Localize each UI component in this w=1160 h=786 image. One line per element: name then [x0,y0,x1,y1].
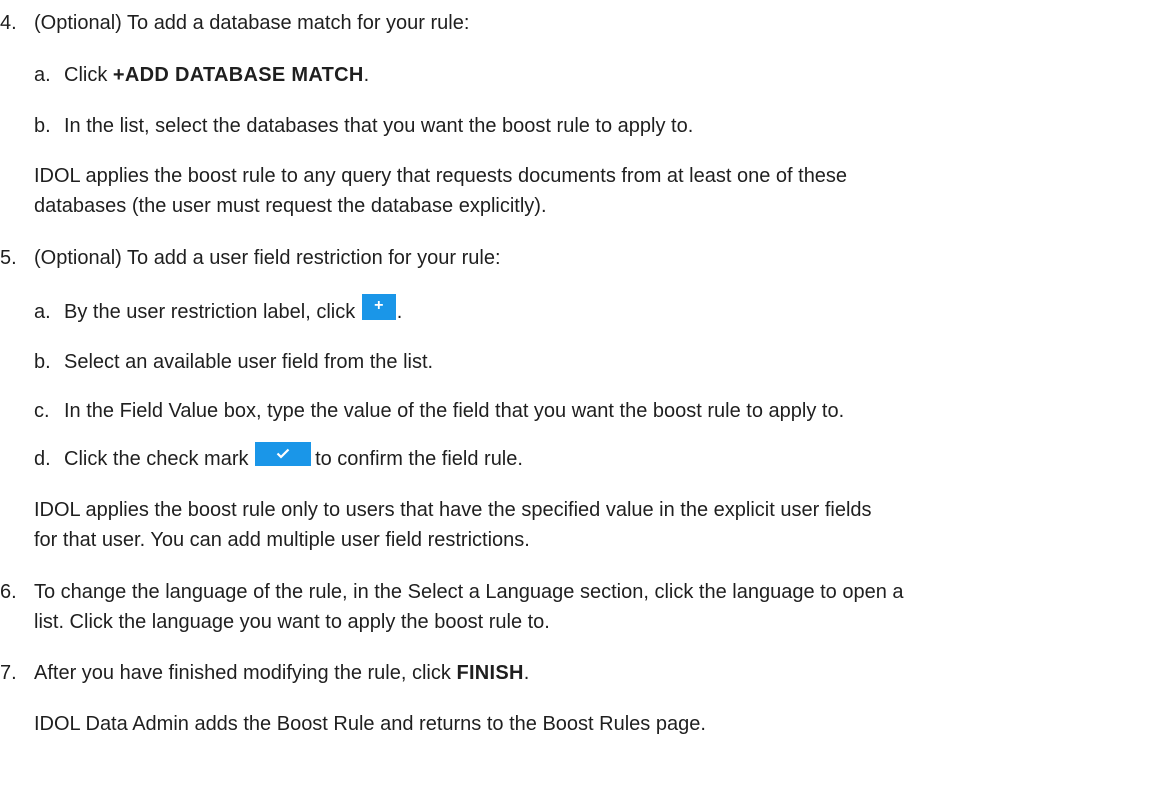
step-text-pre: After you have finished modifying the ru… [34,662,457,684]
sub-text-post: . [396,301,403,323]
step-5b: b. Select an available user field from th… [34,349,433,375]
add-database-match-label: +ADD DATABASE MATCH [112,64,364,86]
sub-text: In the Field Value box, type the value o… [64,400,845,422]
sub-letter: c. [34,400,50,422]
sub-letter: d. [34,448,51,470]
step-number: 6. [0,581,17,603]
sub-text: Select an available user field from the … [64,351,434,373]
sub-text: In the list, select the databases that y… [64,115,694,137]
step-4: 4. (Optional) To add a database match for… [0,10,469,36]
step-4-note-line-1: IDOL applies the boost rule to any query… [34,165,848,187]
step-4b: b. In the list, select the databases that… [34,113,693,139]
sub-text-post: . [363,64,370,86]
step-5d: d. Click the check mark to confirm the fi… [34,441,523,472]
step-6: 6. To change the language of the rule, in… [0,579,904,605]
step-5-note-line-2: for that user. You can add multiple user… [34,529,530,551]
sub-letter: a. [34,64,51,86]
sub-letter: a. [34,301,51,323]
step-7-note: IDOL Data Admin adds the Boost Rule and … [34,713,706,735]
step-5c: c. In the Field Value box, type the value… [34,398,844,424]
step-4a: a. Click +ADD DATABASE MATCH. [34,62,369,88]
sub-text-pre: Click the check mark [64,448,255,470]
step-5-note-line-1: IDOL applies the boost rule only to user… [34,499,872,521]
step-text-post: . [523,662,530,684]
step-number: 7. [0,662,17,684]
step-4-note-line-2: databases (the user must request the dat… [34,195,547,217]
finish-label: FINISH [456,662,524,684]
plus-icon: + [361,293,396,320]
step-5: 5. (Optional) To add a user field restric… [0,245,501,271]
step-number: 5. [0,247,17,269]
sub-letter: b. [34,115,51,137]
step-text-line-1: To change the language of the rule, in t… [34,581,904,603]
sub-text-post: to confirm the field rule. [315,448,523,470]
step-5a: a. By the user restriction label, click +… [34,293,403,326]
check-icon [255,441,312,466]
step-text: (Optional) To add a user field restricti… [34,247,501,269]
step-7: 7. After you have finished modifying the … [0,660,529,686]
step-text: (Optional) To add a database match for y… [34,12,470,34]
step-6-line-2: list. Click the language you want to app… [34,611,550,633]
step-number: 4. [0,12,17,34]
sub-text-pre: By the user restriction label, click [64,301,361,323]
sub-letter: b. [34,351,51,373]
sub-text-pre: Click [64,64,113,86]
